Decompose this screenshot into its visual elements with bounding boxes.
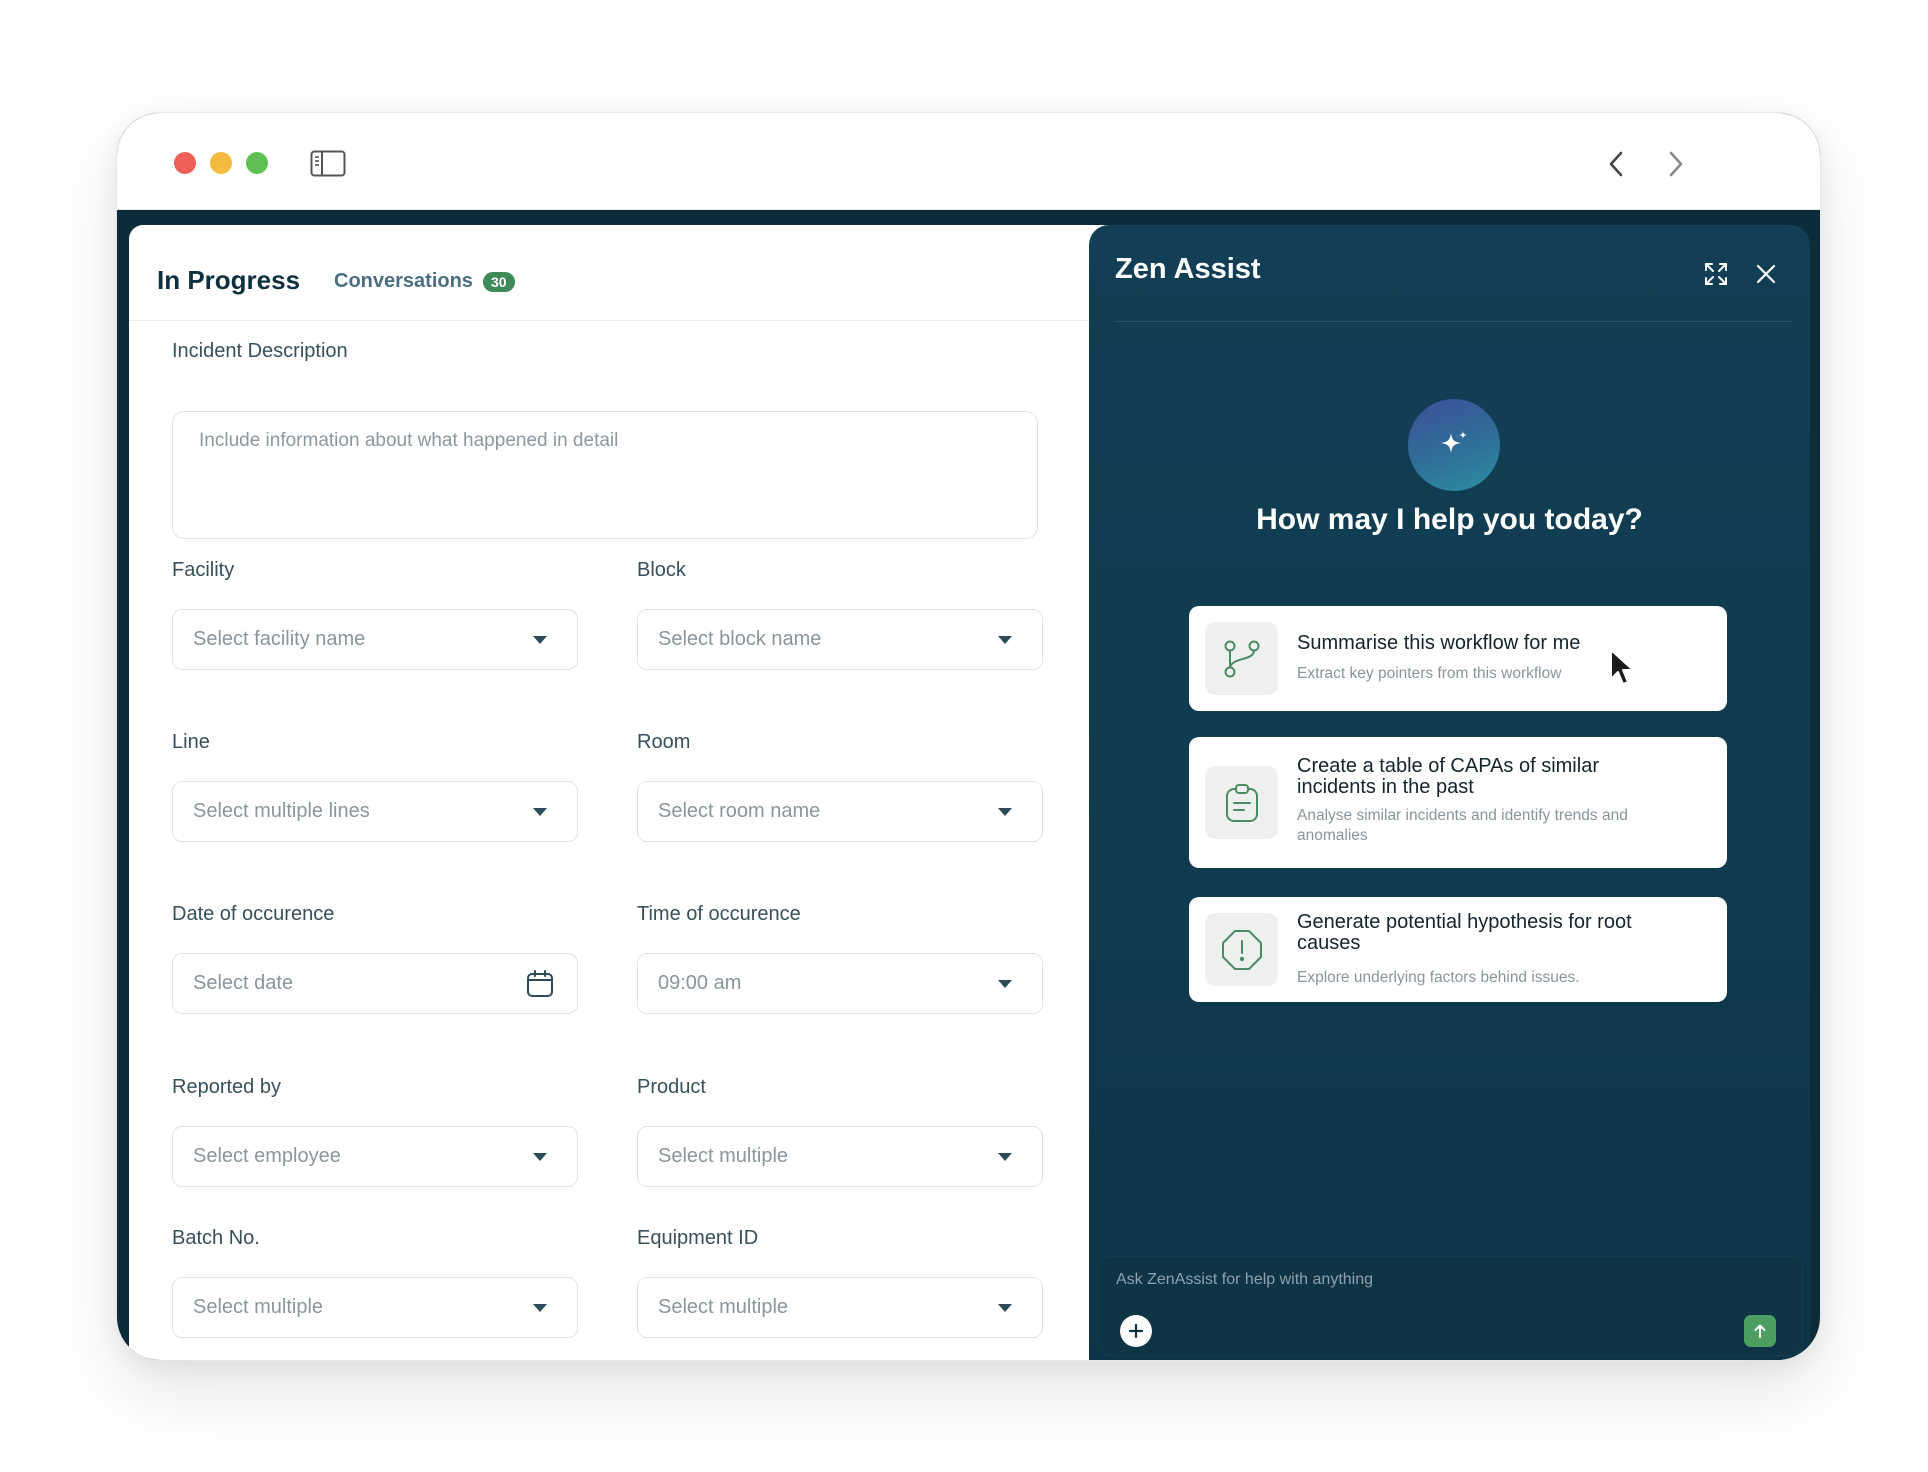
chevron-down-icon <box>998 1152 1012 1161</box>
facility-placeholder: Select facility name <box>193 628 366 650</box>
add-attachment-button[interactable] <box>1120 1315 1152 1347</box>
alert-octagon-icon <box>1205 913 1278 986</box>
chevron-down-icon <box>998 807 1012 816</box>
room-placeholder: Select room name <box>658 800 821 822</box>
suggestion-card-summarise[interactable]: Summarise this workflow for me Extract k… <box>1189 606 1727 711</box>
batch-placeholder: Select multiple <box>193 1296 324 1318</box>
equipment-select[interactable]: Select multiple <box>637 1277 1043 1338</box>
facility-select[interactable]: Select facility name <box>172 609 578 670</box>
batch-label: Batch No. <box>172 1227 260 1249</box>
product-select[interactable]: Select multiple <box>637 1126 1043 1187</box>
product-label: Product <box>637 1076 706 1098</box>
chevron-down-icon <box>533 1303 547 1312</box>
time-value: 09:00 am <box>658 972 742 994</box>
close-window-button[interactable] <box>174 152 196 174</box>
forward-arrow-icon[interactable] <box>1661 147 1691 181</box>
sparkle-icon <box>1408 399 1500 491</box>
line-label: Line <box>172 731 210 753</box>
calendar-icon[interactable] <box>525 969 555 999</box>
incident-description-placeholder: Include information about what happened … <box>199 430 619 451</box>
suggestion-card-hypothesis[interactable]: Generate potential hypothesis for root c… <box>1189 897 1727 1002</box>
chevron-down-icon <box>533 1152 547 1161</box>
line-placeholder: Select multiple lines <box>193 800 370 822</box>
plus-icon <box>1128 1323 1144 1339</box>
block-select[interactable]: Select block name <box>637 609 1043 670</box>
chevron-down-icon <box>998 635 1012 644</box>
block-label: Block <box>637 559 686 581</box>
expand-icon[interactable] <box>1703 261 1729 287</box>
block-placeholder: Select block name <box>658 628 822 650</box>
incident-form-panel: In Progress Conversations 30 Incident De… <box>129 225 1129 1360</box>
chevron-down-icon <box>533 635 547 644</box>
sidebar-toggle-icon[interactable] <box>310 150 346 177</box>
incident-description-label: Incident Description <box>172 340 348 362</box>
equipment-label: Equipment ID <box>637 1227 759 1249</box>
product-placeholder: Select multiple <box>658 1145 789 1167</box>
reported-by-placeholder: Select employee <box>193 1145 341 1167</box>
suggestion-subtitle: Analyse similar incidents and identify t… <box>1297 807 1628 844</box>
tab-conversations-label: Conversations <box>334 270 473 292</box>
git-branch-icon <box>1205 622 1278 695</box>
tab-in-progress[interactable]: In Progress <box>157 265 300 296</box>
title-bar <box>117 113 1820 210</box>
chevron-down-icon <box>533 807 547 816</box>
tab-conversations[interactable]: Conversations 30 <box>334 270 515 293</box>
chevron-down-icon <box>998 979 1012 988</box>
suggestion-title: Generate potential hypothesis for root c… <box>1297 911 1632 954</box>
maximize-window-button[interactable] <box>246 152 268 174</box>
conversations-count-badge: 30 <box>482 271 515 292</box>
time-label: Time of occurence <box>637 903 801 925</box>
room-label: Room <box>637 731 691 753</box>
close-icon[interactable] <box>1753 261 1779 287</box>
equipment-placeholder: Select multiple <box>658 1296 789 1318</box>
date-picker[interactable]: Select date <box>172 953 578 1014</box>
mouse-pointer-icon <box>1610 649 1634 685</box>
chat-input[interactable]: Ask ZenAssist for help with anything <box>1116 1271 1373 1289</box>
incident-description-field[interactable]: Include information about what happened … <box>172 411 1038 539</box>
send-button[interactable] <box>1744 1315 1776 1347</box>
suggestion-title: Create a table of CAPAs of similar incid… <box>1297 755 1599 798</box>
arrow-up-icon <box>1754 1324 1766 1338</box>
suggestion-card-capa-table[interactable]: Create a table of CAPAs of similar incid… <box>1189 737 1727 868</box>
time-select[interactable]: 09:00 am <box>637 953 1043 1014</box>
assist-divider <box>1115 321 1791 322</box>
suggestion-subtitle: Explore underlying factors behind issues… <box>1297 969 1580 986</box>
chat-composer: Ask ZenAssist for help with anything <box>1097 1256 1803 1356</box>
form-header: In Progress Conversations 30 <box>129 225 1129 321</box>
batch-select[interactable]: Select multiple <box>172 1277 578 1338</box>
minimize-window-button[interactable] <box>210 152 232 174</box>
chevron-down-icon <box>998 1303 1012 1312</box>
date-placeholder: Select date <box>193 972 294 994</box>
room-select[interactable]: Select room name <box>637 781 1043 842</box>
app-window: In Progress Conversations 30 Incident De… <box>116 112 1821 1361</box>
line-select[interactable]: Select multiple lines <box>172 781 578 842</box>
assist-heading: How may I help you today? <box>1256 503 1643 536</box>
back-arrow-icon[interactable] <box>1601 147 1631 181</box>
reported-by-label: Reported by <box>172 1076 281 1098</box>
facility-label: Facility <box>172 559 235 581</box>
assist-title: Zen Assist <box>1115 253 1261 285</box>
date-label: Date of occurence <box>172 903 335 925</box>
reported-by-select[interactable]: Select employee <box>172 1126 578 1187</box>
zen-assist-panel: Zen Assist How may I help you today? Sum… <box>1089 225 1810 1360</box>
clipboard-icon <box>1205 766 1278 839</box>
